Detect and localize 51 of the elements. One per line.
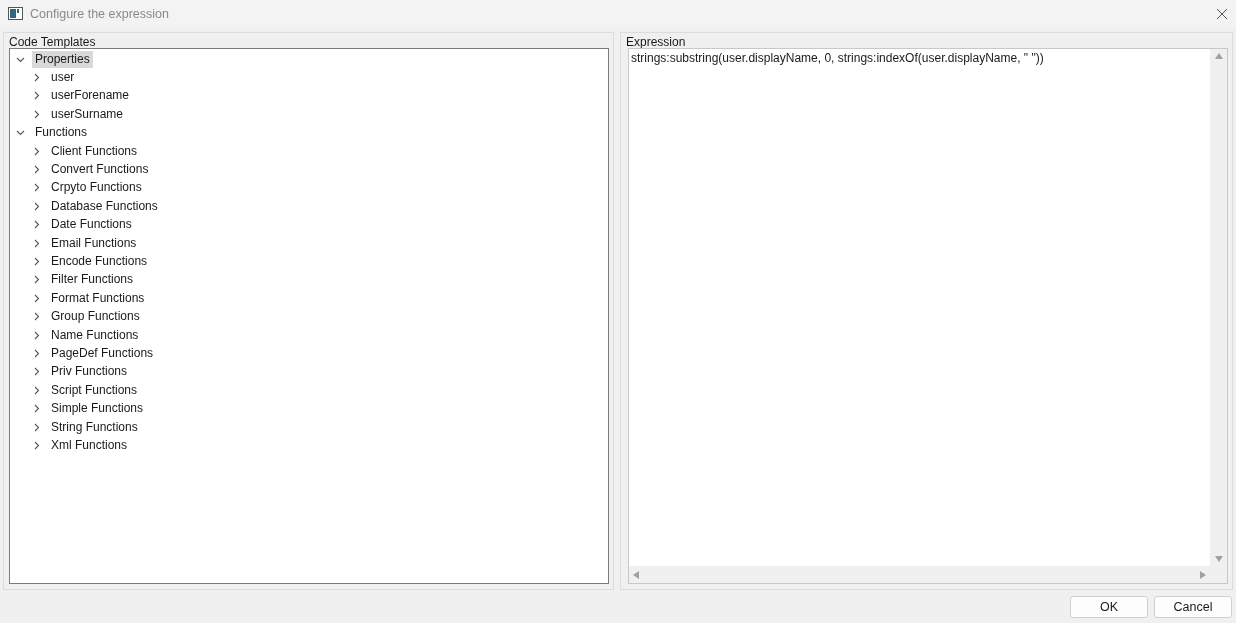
app-icon — [8, 7, 23, 20]
chevron-right-icon[interactable] — [32, 73, 41, 83]
chevron-right-icon[interactable] — [32, 165, 41, 175]
tree-item[interactable]: Client Functions — [48, 142, 141, 160]
tree-item[interactable]: Simple Functions — [48, 400, 147, 418]
group-label: Code Templates — [9, 35, 97, 49]
chevron-right-icon[interactable] — [32, 440, 41, 450]
tree-item[interactable]: userSurname — [48, 105, 127, 123]
chevron-right-icon[interactable] — [32, 238, 41, 248]
chevron-right-icon[interactable] — [32, 293, 41, 303]
chevron-right-icon[interactable] — [32, 312, 41, 322]
chevron-right-icon[interactable] — [32, 385, 41, 395]
chevron-right-icon[interactable] — [32, 146, 41, 156]
tree-item[interactable]: String Functions — [48, 418, 141, 436]
tree-item[interactable]: Priv Functions — [48, 363, 131, 381]
tree-item[interactable]: Format Functions — [48, 289, 148, 307]
chevron-right-icon[interactable] — [32, 183, 41, 193]
tree-item[interactable]: Group Functions — [48, 308, 143, 326]
chevron-right-icon[interactable] — [32, 422, 41, 432]
tree-item[interactable]: Filter Functions — [48, 271, 137, 289]
group-label: Expression — [626, 35, 687, 49]
tree-item[interactable]: Properties — [32, 50, 93, 68]
dialog-button[interactable]: OK — [1070, 595, 1148, 618]
tree-item[interactable]: userForename — [48, 87, 133, 105]
tree-item[interactable]: Functions — [32, 124, 91, 142]
chevron-right-icon[interactable] — [32, 91, 41, 101]
tree-item[interactable]: Database Functions — [48, 197, 161, 215]
tree-item[interactable]: PageDef Functions — [48, 344, 157, 362]
tree-item[interactable]: Script Functions — [48, 381, 141, 399]
chevron-right-icon[interactable] — [32, 201, 41, 211]
tree-item[interactable]: Email Functions — [48, 234, 140, 252]
chevron-right-icon[interactable] — [32, 330, 41, 340]
tree-item[interactable]: Crpyto Functions — [48, 179, 145, 197]
chevron-down-icon[interactable] — [16, 128, 25, 138]
chevron-right-icon[interactable] — [32, 220, 41, 230]
expression-field[interactable]: strings:substring(user.displayName, 0, strings:indexOf(user.displayName, " ")) — [628, 48, 1228, 584]
chevron-right-icon[interactable] — [32, 404, 41, 414]
window-title: Configure the expression — [30, 6, 169, 21]
tree-item[interactable]: Encode Functions — [48, 253, 151, 270]
chevron-right-icon[interactable] — [32, 109, 41, 119]
tree-item[interactable]: Convert Functions — [48, 161, 152, 179]
tree-item[interactable]: Name Functions — [48, 326, 142, 344]
dialog-button[interactable]: Cancel — [1154, 595, 1232, 618]
tree-item[interactable]: Xml Functions — [48, 436, 131, 454]
chevron-right-icon[interactable] — [32, 257, 41, 266]
tree-item[interactable]: Date Functions — [48, 216, 135, 234]
close-icon[interactable] — [1216, 7, 1228, 20]
tree-item[interactable]: user — [48, 69, 78, 87]
chevron-right-icon[interactable] — [32, 348, 41, 358]
chevron-right-icon[interactable] — [32, 367, 41, 377]
chevron-right-icon[interactable] — [32, 275, 41, 285]
